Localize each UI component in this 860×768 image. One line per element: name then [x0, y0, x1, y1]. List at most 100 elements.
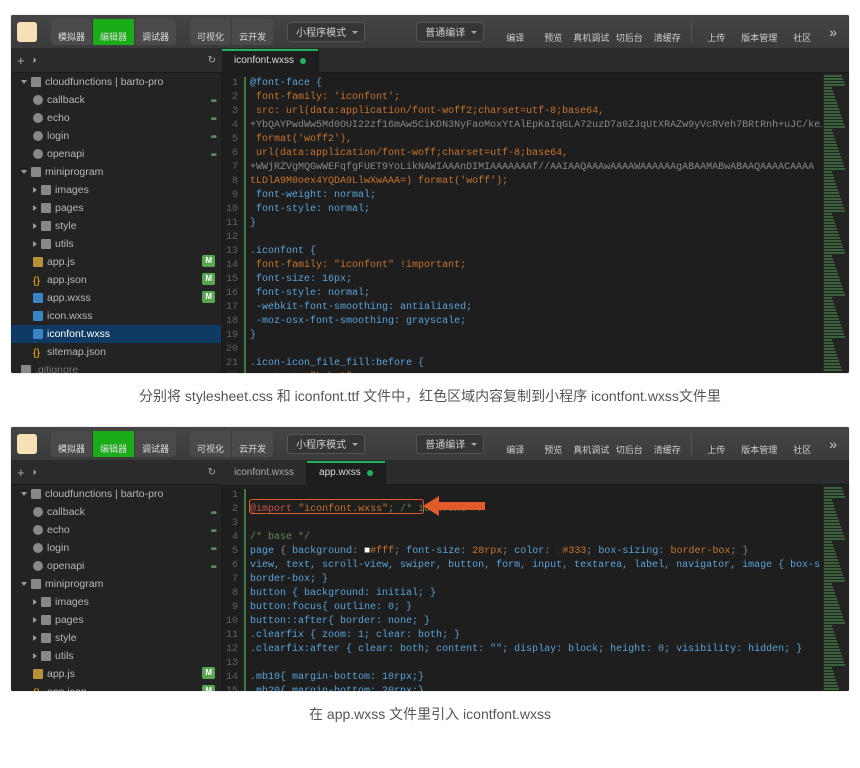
pill-cloud[interactable]: 云开发 — [232, 19, 273, 45]
code-editor[interactable]: 1234567891011121314151617181920212223242… — [222, 73, 849, 373]
tree-item[interactable]: miniprogram — [11, 163, 221, 181]
btn-upload[interactable]: 上传 — [699, 18, 733, 46]
tree-item[interactable]: app.jsM — [11, 665, 221, 683]
chevron-open-icon — [21, 80, 27, 84]
tree-item[interactable]: {}sitemap.json — [11, 343, 221, 361]
cloud-icon — [33, 507, 43, 517]
tree-item[interactable]: login ••• — [11, 127, 221, 145]
pill-debugger[interactable]: 调试器 — [135, 431, 176, 457]
btn-community[interactable]: 社区 — [785, 18, 819, 46]
tree-item[interactable]: echo••• — [11, 521, 221, 539]
tree-item[interactable]: cloudfunctions | barto-pro — [11, 485, 221, 503]
chevron-closed-icon — [33, 241, 37, 247]
tree-item[interactable]: app.wxssM — [11, 289, 221, 307]
btn-clear-cache[interactable]: 清缓存 — [650, 430, 684, 458]
code-area[interactable]: @import "iconfont.wxss"; /* iconfont */ … — [244, 485, 821, 691]
tree-item-label: login — [47, 130, 69, 142]
pill-simulator[interactable]: 模拟器 — [51, 431, 93, 457]
more-icon[interactable]: » — [823, 24, 843, 40]
tree-item-label: miniprogram — [45, 578, 103, 590]
minimap[interactable] — [821, 73, 849, 373]
new-file-icon[interactable]: + — [17, 53, 25, 68]
modified-badge: M — [202, 255, 215, 267]
btn-preview[interactable]: 预览 — [536, 18, 570, 46]
tree-item-label: login — [47, 542, 69, 554]
pill-debugger[interactable]: 调试器 — [135, 19, 176, 45]
tree-item[interactable]: cloudfunctions | barto-pro — [11, 73, 221, 91]
btn-compile[interactable]: 编译 — [498, 430, 532, 458]
code-area[interactable]: @font-face { font-family: 'iconfont'; sr… — [244, 73, 821, 373]
avatar[interactable] — [17, 434, 37, 454]
avatar[interactable] — [17, 22, 37, 42]
mode-dropdown[interactable]: 小程序模式 — [287, 22, 365, 42]
top-toolbar: 模拟器 编辑器 调试器 可视化 云开发 小程序模式 普通编译 编译 预览 真机调… — [11, 427, 849, 461]
btn-compile[interactable]: 编译 — [498, 18, 532, 46]
code-editor[interactable]: 1234567891011121314151617 @import "iconf… — [222, 485, 849, 691]
view-icon[interactable]: ◑ — [31, 55, 37, 66]
js-icon — [33, 257, 43, 267]
pill-visual[interactable]: 可视化 — [190, 431, 232, 457]
tree-item[interactable]: icon.wxss — [11, 307, 221, 325]
btn-upload[interactable]: 上传 — [699, 430, 733, 458]
tree-item[interactable]: callback••• — [11, 503, 221, 521]
tree-item[interactable]: {}app.jsonM — [11, 683, 221, 691]
compile-dropdown[interactable]: 普通编译 — [416, 434, 484, 454]
tree-item-label: openapi — [47, 148, 84, 160]
mode-dropdown[interactable]: 小程序模式 — [287, 434, 365, 454]
tree-item-label: openapi — [47, 560, 84, 572]
tree-item[interactable]: echo••• — [11, 109, 221, 127]
tree-item[interactable]: style — [11, 217, 221, 235]
sync-dots-icon: ••• — [210, 132, 215, 143]
tree-item[interactable]: app.jsM — [11, 253, 221, 271]
tree-item[interactable]: {}app.jsonM — [11, 271, 221, 289]
btn-version[interactable]: 版本管理 — [737, 430, 781, 458]
tab-iconfont-wxss[interactable]: iconfont.wxss — [222, 461, 307, 485]
tree-item[interactable]: iconfont.wxss — [11, 325, 221, 343]
tree-item[interactable]: openapi••• — [11, 557, 221, 575]
btn-clear-cache[interactable]: 清缓存 — [650, 18, 684, 46]
btn-version[interactable]: 版本管理 — [737, 18, 781, 46]
btn-background[interactable]: 切后台 — [612, 18, 646, 46]
tree-item[interactable]: utils — [11, 235, 221, 253]
compile-dropdown[interactable]: 普通编译 — [416, 22, 484, 42]
btn-remote-debug[interactable]: 真机调试 — [574, 18, 608, 46]
view-icon[interactable]: ◑ — [31, 467, 37, 478]
btn-community[interactable]: 社区 — [785, 430, 819, 458]
tree-item[interactable]: pages — [11, 611, 221, 629]
line-gutter: 1234567891011121314151617181920212223242… — [222, 73, 244, 373]
tree-item[interactable]: login••• — [11, 539, 221, 557]
modified-badge: M — [202, 291, 215, 303]
new-file-icon[interactable]: + — [17, 465, 25, 480]
tab-iconfont-wxss[interactable]: iconfont.wxss — [222, 49, 319, 73]
pill-visual[interactable]: 可视化 — [190, 19, 232, 45]
tree-item-label: style — [55, 220, 77, 232]
pill-editor[interactable]: 编辑器 — [93, 431, 135, 457]
search-icon[interactable]: ↻ — [208, 467, 216, 478]
tree-item[interactable]: style — [11, 629, 221, 647]
tree-item-label: app.json — [47, 274, 87, 286]
editor-tabs: iconfont.wxss — [222, 49, 849, 73]
pill-simulator[interactable]: 模拟器 — [51, 19, 93, 45]
tree-item[interactable]: openapi••• — [11, 145, 221, 163]
more-icon[interactable]: » — [823, 436, 843, 452]
pill-cloud[interactable]: 云开发 — [232, 431, 273, 457]
tab-app-wxss[interactable]: app.wxss — [307, 461, 386, 485]
tree-item[interactable]: miniprogram — [11, 575, 221, 593]
tree-item[interactable]: images — [11, 593, 221, 611]
btn-background[interactable]: 切后台 — [612, 430, 646, 458]
tree-item[interactable]: utils — [11, 647, 221, 665]
tree-item[interactable]: images — [11, 181, 221, 199]
tree-item[interactable]: .gitignore — [11, 361, 221, 373]
tree-item[interactable]: pages — [11, 199, 221, 217]
btn-remote-debug[interactable]: 真机调试 — [574, 430, 608, 458]
tree-item-label: miniprogram — [45, 166, 103, 178]
tree-item-label: images — [55, 596, 89, 608]
top-toolbar: 模拟器 编辑器 调试器 可视化 云开发 小程序模式 普通编译 编译 预览 真机调… — [11, 15, 849, 49]
pill-editor[interactable]: 编辑器 — [93, 19, 135, 45]
tree-item[interactable]: callback••• — [11, 91, 221, 109]
line-gutter: 1234567891011121314151617 — [222, 485, 244, 691]
file-tree: cloudfunctions | barto-procallback•••ech… — [11, 485, 222, 691]
btn-preview[interactable]: 预览 — [536, 430, 570, 458]
search-icon[interactable]: ↻ — [208, 55, 216, 66]
minimap[interactable] — [821, 485, 849, 691]
